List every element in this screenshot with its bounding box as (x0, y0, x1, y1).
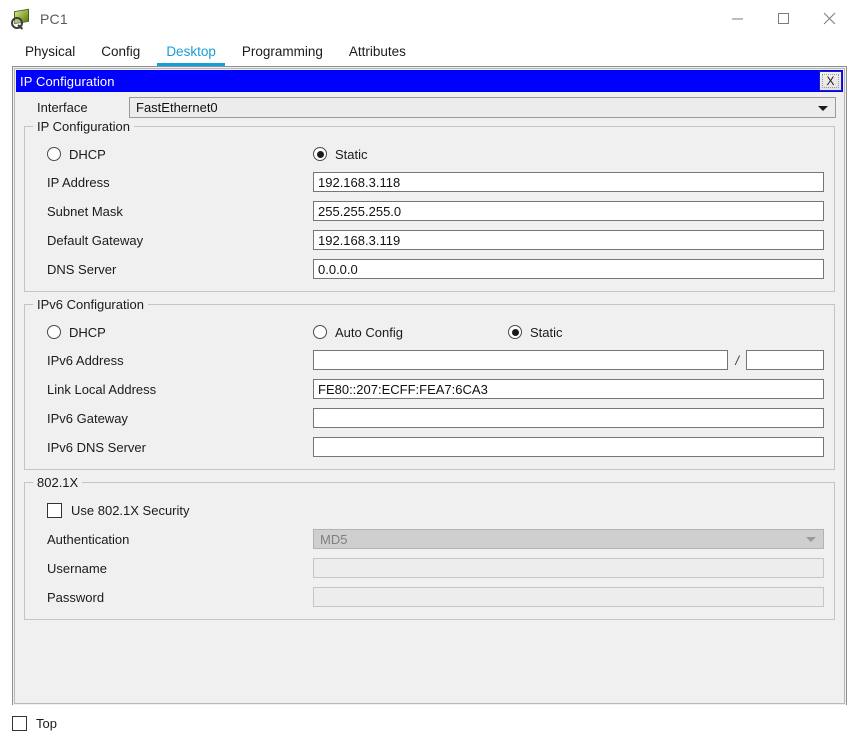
chevron-down-icon (818, 105, 828, 111)
ipv4-default-gateway-label: Default Gateway (47, 232, 144, 248)
ipv6-prefix-separator: / (735, 352, 739, 368)
ipv4-configuration-group: IP Configuration DHCP Static IP Address … (24, 119, 835, 292)
tab-attributes[interactable]: Attributes (336, 37, 419, 66)
radio-icon (313, 325, 327, 339)
radio-selected-icon (508, 325, 522, 339)
ipv6-prefix-input[interactable] (746, 350, 824, 370)
interface-value: FastEthernet0 (136, 100, 218, 115)
bottom-bar: Top (0, 705, 852, 741)
ipv6-gateway-row: IPv6 Gateway (35, 406, 824, 430)
ipv6-group-legend: IPv6 Configuration (33, 297, 148, 312)
interface-label: Interface (37, 100, 88, 115)
window-controls (714, 0, 852, 37)
ipv4-static-label: Static (335, 146, 368, 162)
dot1x-authentication-value: MD5 (320, 531, 348, 547)
dot1x-password-label: Password (47, 589, 105, 605)
ipv4-dns-server-input[interactable]: 0.0.0.0 (313, 259, 824, 279)
ipv4-ip-address-row: IP Address 192.168.3.118 (35, 170, 824, 194)
ipv4-default-gateway-row: Default Gateway 192.168.3.119 (35, 228, 824, 252)
dot1x-use-security-row[interactable]: Use 802.1X Security (35, 497, 824, 523)
dot1x-username-input[interactable] (313, 558, 824, 578)
radio-icon (47, 147, 61, 161)
ipv4-mode-row: DHCP Static (35, 141, 824, 167)
ip-configuration-pane: IP Configuration X Interface FastEtherne… (14, 68, 845, 704)
window-title: PC1 (40, 10, 68, 27)
interface-row: Interface FastEthernet0 (19, 95, 840, 120)
pc-config-window: PC1 Physical Config Desktop Programming … (0, 0, 852, 741)
ipv4-dns-server-label: DNS Server (47, 261, 117, 277)
radio-selected-icon (313, 147, 327, 161)
chevron-down-icon (806, 537, 816, 542)
ipv6-static-label: Static (530, 324, 563, 340)
ipv6-gateway-input[interactable] (313, 408, 824, 428)
app-close-label: X (826, 74, 835, 88)
app-title-bar: IP Configuration X (16, 70, 843, 92)
dot1x-username-row: Username (35, 556, 824, 580)
interface-select[interactable]: FastEthernet0 (129, 97, 836, 118)
ipv4-subnet-mask-input[interactable]: 255.255.255.0 (313, 201, 824, 221)
tab-desktop[interactable]: Desktop (153, 37, 229, 66)
ipv4-default-gateway-input[interactable]: 192.168.3.119 (313, 230, 824, 250)
ipv6-dns-server-label: IPv6 DNS Server (47, 439, 146, 455)
ipv6-mode-row: DHCP Auto Config Static (35, 319, 824, 345)
dot1x-password-input[interactable] (313, 587, 824, 607)
ipv6-address-row: IPv6 Address / (35, 348, 824, 372)
ipv4-ip-address-input[interactable]: 192.168.3.118 (313, 172, 824, 192)
content-frame: IP Configuration X Interface FastEtherne… (12, 66, 847, 705)
top-checkbox-label: Top (36, 715, 57, 731)
dot1x-group: 802.1X Use 802.1X Security Authenticatio… (24, 475, 835, 620)
ipv6-dhcp-radio[interactable]: DHCP (47, 325, 313, 340)
ipv6-address-input[interactable] (313, 350, 729, 370)
checkbox-icon (47, 502, 62, 518)
ipv6-link-local-row: Link Local Address FE80::207:ECFF:FEA7:6… (35, 377, 824, 401)
ipv6-auto-config-label: Auto Config (335, 324, 403, 340)
ipv6-static-radio[interactable]: Static (508, 325, 563, 340)
tabstrip: Physical Config Desktop Programming Attr… (0, 37, 852, 66)
dot1x-password-row: Password (35, 585, 824, 609)
ipv4-ip-address-label: IP Address (47, 174, 110, 190)
pc-magnifier-icon (10, 8, 32, 30)
dot1x-username-label: Username (47, 560, 107, 576)
ipv6-dns-server-input[interactable] (313, 437, 824, 457)
dot1x-authentication-row: Authentication MD5 (35, 527, 824, 551)
app-title: IP Configuration (20, 73, 115, 89)
dot1x-group-legend: 802.1X (33, 475, 83, 490)
ipv6-dhcp-label: DHCP (69, 324, 106, 340)
app-close-button[interactable]: X (819, 71, 842, 91)
ipv4-group-legend: IP Configuration (33, 119, 134, 134)
ipv4-subnet-mask-label: Subnet Mask (47, 203, 123, 219)
maximize-button[interactable] (760, 0, 806, 37)
ipv4-dhcp-radio[interactable]: DHCP (47, 147, 313, 162)
ipv6-gateway-label: IPv6 Gateway (47, 410, 128, 426)
radio-icon (47, 325, 61, 339)
tab-programming[interactable]: Programming (229, 37, 336, 66)
minimize-button[interactable] (714, 0, 760, 37)
ipv4-dhcp-label: DHCP (69, 146, 106, 162)
ipv6-configuration-group: IPv6 Configuration DHCP Auto Config Stat… (24, 297, 835, 470)
tab-config[interactable]: Config (88, 37, 153, 66)
ipv6-link-local-input[interactable]: FE80::207:ECFF:FEA7:6CA3 (313, 379, 824, 399)
ipv6-link-local-label: Link Local Address (47, 381, 157, 397)
ipv6-dns-server-row: IPv6 DNS Server (35, 435, 824, 459)
close-button[interactable] (806, 0, 852, 37)
checkbox-icon[interactable] (12, 715, 27, 731)
ipv4-subnet-mask-row: Subnet Mask 255.255.255.0 (35, 199, 824, 223)
ipv6-auto-config-radio[interactable]: Auto Config (313, 325, 508, 340)
ipv6-address-label: IPv6 Address (47, 352, 124, 368)
dot1x-use-security-label: Use 802.1X Security (71, 502, 190, 518)
dot1x-authentication-label: Authentication (47, 531, 130, 547)
ipv4-dns-server-row: DNS Server 0.0.0.0 (35, 257, 824, 281)
dot1x-authentication-select[interactable]: MD5 (313, 529, 824, 549)
tab-physical[interactable]: Physical (12, 37, 88, 66)
window-titlebar: PC1 (0, 0, 852, 37)
ipv4-static-radio[interactable]: Static (313, 147, 368, 162)
